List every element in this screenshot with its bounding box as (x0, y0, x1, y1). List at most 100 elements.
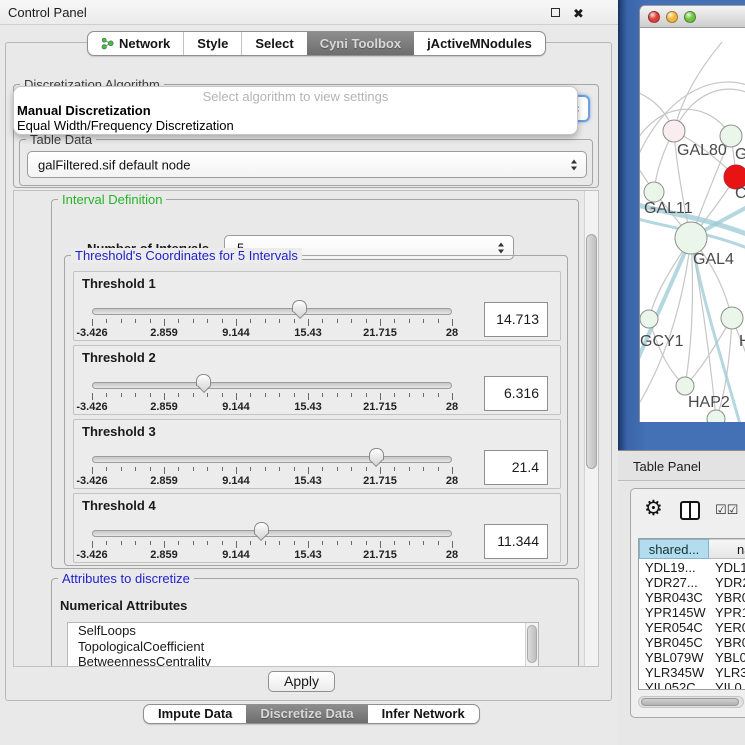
table-row[interactable]: YBL079WYBL0 (639, 650, 745, 665)
minor-tick (207, 319, 208, 323)
minor-tick (438, 467, 439, 471)
network-graph[interactable]: GAL80GACGAL11GAL4GCY1HHAP2 (640, 28, 745, 422)
network-canvas[interactable]: GAL80GACGAL11GAL4GCY1HHAP2 (640, 28, 745, 422)
table-data-combobox[interactable]: galFiltered.sif default node (27, 151, 587, 178)
zoom-traffic-light-icon[interactable] (684, 11, 696, 23)
tab-infer-network[interactable]: Infer Network (368, 705, 479, 723)
split-columns-icon[interactable] (680, 501, 700, 520)
network-node-GCY1[interactable] (640, 310, 658, 328)
major-tick (308, 319, 309, 326)
threshold-slider-track[interactable] (92, 456, 452, 463)
threshold-slider-track[interactable] (92, 382, 452, 389)
threshold-value-field[interactable]: 6.316 (484, 376, 548, 411)
network-node-unlabeled[interactable] (707, 410, 725, 422)
table-row[interactable]: YER054CYER0 (639, 620, 745, 635)
minor-tick (279, 467, 280, 471)
threshold-label: Threshold 2 (82, 350, 156, 365)
attributes-to-discretize-group: Attributes to discretize Numerical Attri… (51, 578, 579, 667)
attribute-item-topologicalcoefficient[interactable]: TopologicalCoefficient (68, 639, 538, 655)
minimize-traffic-light-icon[interactable] (666, 11, 678, 23)
minor-tick (394, 393, 395, 397)
settings-panel-scrollbar[interactable] (584, 191, 598, 666)
minor-tick (337, 467, 338, 471)
tab-network[interactable]: Network (88, 32, 183, 55)
attributes-scrollbar-thumb[interactable] (527, 625, 537, 663)
network-edge[interactable] (674, 89, 745, 131)
threshold-panel-4: Threshold 4-3.4262.8599.14415.4321.71528… (73, 493, 561, 563)
attributes-list-scrollbar[interactable] (525, 623, 538, 667)
settings-scrollbar-thumb[interactable] (586, 234, 597, 469)
cell-shared-name: YBL079W (645, 650, 707, 665)
threshold-slider-thumb[interactable] (369, 448, 384, 460)
tab-cyni-toolbox[interactable]: Cyni Toolbox (307, 32, 414, 55)
table-row[interactable]: YBR045CYBR0 (639, 635, 745, 650)
threshold-slider-thumb[interactable] (196, 374, 211, 386)
minor-tick (178, 393, 179, 397)
network-edge[interactable] (649, 319, 685, 386)
cell-name: YBR0 (715, 635, 745, 650)
gear-icon[interactable]: ⚙ (644, 498, 663, 519)
network-node-H[interactable] (721, 307, 743, 329)
major-tick (92, 393, 93, 400)
table-horizontal-scrollbar[interactable] (638, 696, 744, 708)
tab-style[interactable]: Style (183, 32, 241, 55)
threshold-value-field[interactable]: 14.713 (484, 302, 548, 337)
column-header-shared-name[interactable]: shared... (639, 539, 709, 559)
table-row[interactable]: YPR145WYPR1 (639, 605, 745, 620)
network-edge-highlighted[interactable] (640, 238, 691, 374)
network-node-HAP2[interactable] (676, 377, 694, 395)
threshold-panel-2: Threshold 2-3.4262.8599.14415.4321.71528… (73, 345, 561, 415)
network-node-GA[interactable] (720, 125, 742, 147)
table-row[interactable]: YLR345WYLR3 (639, 665, 745, 680)
tab-select[interactable]: Select (241, 32, 306, 55)
tab-jactivemnodules[interactable]: jActiveMNodules (414, 32, 545, 55)
minor-tick (294, 319, 295, 323)
minor-tick (106, 319, 107, 323)
threshold-slider-thumb[interactable] (292, 300, 307, 312)
minor-tick (294, 393, 295, 397)
network-node-GAL11[interactable] (644, 182, 664, 202)
network-edge[interactable] (685, 238, 692, 386)
apply-button[interactable]: Apply (268, 671, 335, 692)
threshold-slider-track[interactable] (92, 308, 452, 315)
network-node-label: GA (735, 146, 745, 163)
numerical-attributes-list[interactable]: SelfLoopsTopologicalCoefficientBetweenne… (67, 622, 539, 667)
network-node-GAL80[interactable] (663, 120, 685, 142)
dropdown-option-equal-width-frequency[interactable]: Equal Width/Frequency Discretization (17, 118, 234, 133)
minor-tick (178, 467, 179, 471)
table-row[interactable]: YIL052CYIL0 (639, 680, 745, 690)
minor-tick (366, 467, 367, 471)
table-row[interactable]: YBR043CYBR0 (639, 590, 745, 605)
major-tick (92, 541, 93, 548)
threshold-slider-thumb[interactable] (254, 522, 269, 534)
dropdown-option-manual-discretization[interactable]: Manual Discretization (17, 103, 151, 118)
threshold-slider-track[interactable] (92, 530, 452, 537)
select-columns-icon[interactable]: ☑☑ (715, 502, 738, 518)
minor-tick (193, 541, 194, 545)
tab-discretize-data[interactable]: Discretize Data (246, 705, 367, 723)
minor-tick (150, 319, 151, 323)
attribute-item-betweennesscentrality[interactable]: BetweennessCentrality (68, 654, 538, 667)
attribute-item-selfloops[interactable]: SelfLoops (68, 623, 538, 639)
close-traffic-light-icon[interactable] (648, 11, 660, 23)
cell-name: YLR3 (715, 665, 745, 680)
threshold-value-field[interactable]: 11.344 (484, 524, 548, 559)
major-tick (380, 319, 381, 326)
network-node-GAL4[interactable] (675, 222, 707, 254)
threshold-value-field[interactable]: 21.4 (484, 450, 548, 485)
table-panel-header: Table Panel (618, 450, 745, 481)
table-hscrollbar-thumb[interactable] (641, 698, 739, 706)
network-window-titlebar[interactable] (640, 6, 745, 28)
tab-impute-data[interactable]: Impute Data (144, 705, 246, 723)
table-row[interactable]: YDR27...YDR2 (639, 575, 745, 590)
minor-tick (394, 541, 395, 545)
network-view-window: GAL80GACGAL11GAL4GCY1HHAP2 (639, 5, 745, 422)
minor-tick (423, 467, 424, 471)
threshold-label: Threshold 3 (82, 424, 156, 439)
float-window-icon[interactable] (550, 7, 563, 20)
column-header-name[interactable]: na (709, 539, 745, 559)
close-icon[interactable]: ✖ (573, 7, 586, 20)
table-row[interactable]: YDL19...YDL1 (639, 560, 745, 575)
thresholds-group: Threshold's Coordinates for 5 Intervals … (64, 255, 568, 566)
minor-tick (322, 467, 323, 471)
